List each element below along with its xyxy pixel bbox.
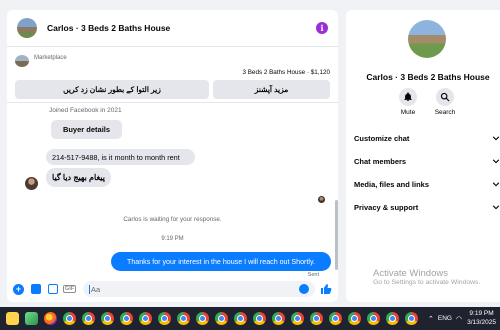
section-label: Media, files and links [354,179,430,189]
chevron-down-icon [492,136,500,141]
contact-avatar[interactable] [25,177,38,190]
section-privacy-support[interactable]: Privacy & support [354,201,500,213]
file-explorer-icon[interactable] [6,312,19,325]
chrome-icon[interactable] [405,312,418,325]
search-button[interactable]: Search [428,88,462,116]
sticker-icon[interactable] [47,284,58,295]
chrome-icon[interactable] [291,312,304,325]
plus-icon[interactable]: + [13,283,24,295]
message-placeholder: Aa [91,284,101,294]
chrome-icon[interactable] [310,312,323,325]
chrome-icon[interactable] [196,312,209,325]
search-icon [436,88,454,106]
listing-avatar[interactable] [17,18,37,38]
taskbar-clock[interactable]: 9:19 PM 3/13/2025 [467,310,496,326]
chrome-icon[interactable] [177,312,190,325]
gif-icon[interactable]: GIF [62,284,77,295]
text-caret [89,284,90,294]
chevron-down-icon [492,205,500,210]
chrome-icon[interactable] [234,312,247,325]
chat-title[interactable]: Carlos · 3 Beds 2 Baths House [47,23,316,33]
outgoing-message: Thanks for your interest in the house I … [111,252,331,271]
chrome-icon[interactable] [139,312,152,325]
section-label: Privacy & support [354,202,419,212]
search-label: Search [434,109,456,116]
clock-date: 3/13/2025 [467,318,496,326]
listing-title[interactable]: 3 Beds 2 Baths House · $1,120 [242,69,330,76]
chrome-icon[interactable] [272,312,285,325]
chrome-icon[interactable] [101,312,114,325]
message-timestamp: 9:19 PM [161,236,184,242]
chrome-icon[interactable] [82,312,95,325]
chrome-icon[interactable] [120,312,133,325]
wifi-icon[interactable]: ◠ [456,315,462,323]
section-label: Customize chat [354,133,410,143]
mute-button[interactable]: Mute [391,88,425,116]
chevron-down-icon [492,159,500,164]
section-customize-chat[interactable]: Customize chat [354,132,500,144]
details-avatar [408,20,446,58]
buyer-details-button[interactable]: Buyer details [51,120,122,139]
mark-pending-button[interactable]: زیر التوا کے بطور نشان زد کریں [15,80,209,99]
mute-label: Mute [400,109,416,116]
chat-panel: Carlos · 3 Beds 2 Baths House i Marketpl… [7,10,338,302]
incoming-message: 214-517-9488, is it month to month rent [46,149,195,165]
marketplace-banner: Marketplace 3 Beds 2 Baths House · $1,12… [7,48,338,103]
info-icon[interactable]: i [316,22,328,34]
incoming-message: پیغام بھیج دیا گیا [46,168,111,187]
section-media-files-links[interactable]: Media, files and links [354,178,500,190]
chrome-icon[interactable] [329,312,342,325]
bell-icon [399,88,417,106]
chrome-icon[interactable] [348,312,361,325]
composer: + GIF Aa [7,276,338,302]
firefox-icon[interactable] [44,312,57,325]
more-options-button[interactable]: مزید آپشنز [213,80,330,99]
details-panel: Carlos · 3 Beds 2 Baths House Mute Searc… [346,10,500,302]
chat-header: Carlos · 3 Beds 2 Baths House i [7,10,338,47]
chrome-icon[interactable] [215,312,228,325]
chrome-icon[interactable] [367,312,380,325]
app-icon[interactable] [25,312,38,325]
section-chat-members[interactable]: Chat members [354,155,500,167]
language-indicator[interactable]: ENG [438,315,452,322]
tray-chevron-icon[interactable]: ⌃ [428,315,434,323]
activate-windows-watermark: Activate Windows Go to Settings to activ… [373,268,480,288]
chevron-down-icon [492,182,500,187]
chrome-icon[interactable] [386,312,399,325]
joined-text: Joined Facebook in 2021 [49,107,122,114]
system-tray: ⌃ ENG ◠ 9:19 PM 3/13/2025 [428,307,496,330]
chrome-icon[interactable] [158,312,171,325]
details-title: Carlos · 3 Beds 2 Baths House [366,72,490,82]
marketplace-thumbnail [15,55,29,67]
marketplace-label: Marketplace [34,55,67,61]
message-input[interactable]: Aa [83,281,315,297]
image-icon[interactable] [30,284,41,295]
thumbs-up-icon[interactable] [319,283,332,296]
watermark-subtitle: Go to Settings to activate Windows. [373,279,481,287]
emoji-icon[interactable] [299,284,309,294]
watermark-title: Activate Windows [373,268,448,279]
seen-avatar [318,196,325,203]
chrome-icon[interactable] [63,312,76,325]
chrome-icon[interactable] [253,312,266,325]
section-label: Chat members [354,156,407,166]
taskbar: ⌃ ENG ◠ 9:19 PM 3/13/2025 [0,307,500,330]
waiting-notice: Carlos is waiting for your response. [123,216,222,223]
chat-scrollbar[interactable] [335,200,338,270]
clock-time: 9:19 PM [469,310,494,318]
